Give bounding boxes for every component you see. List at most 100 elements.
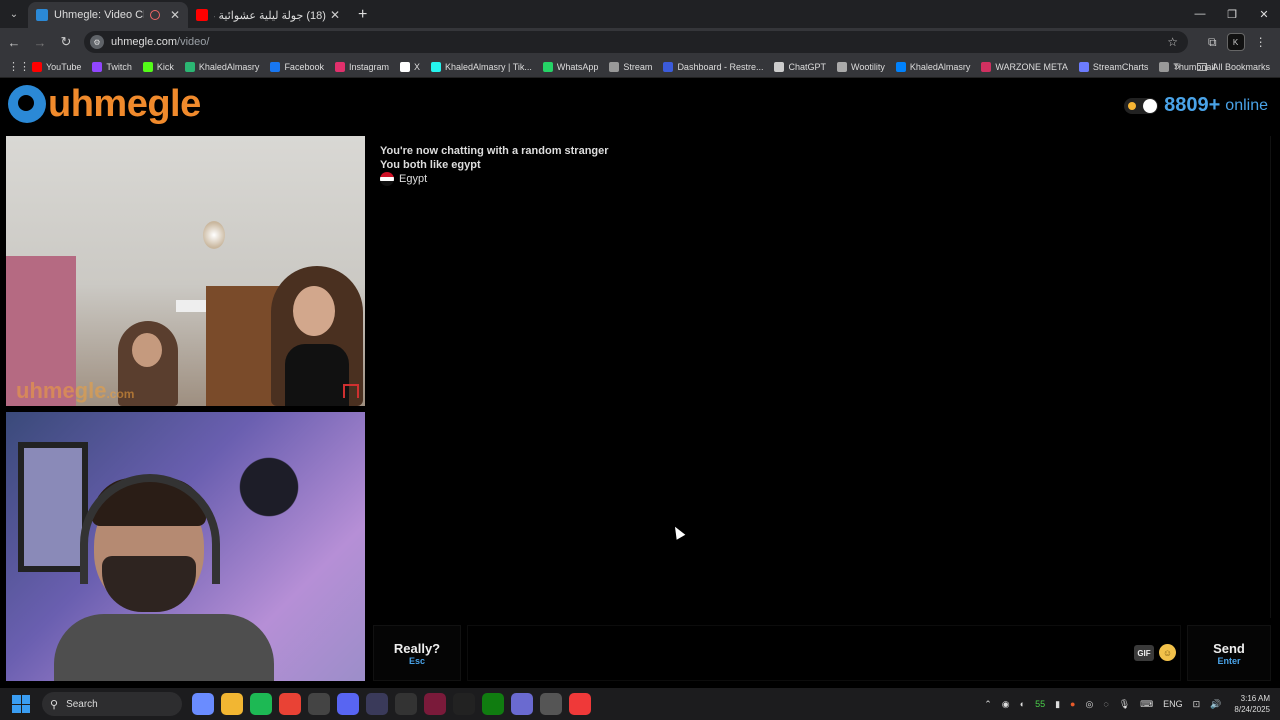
- close-window-icon[interactable]: ✕: [1248, 0, 1280, 28]
- tray-record-icon[interactable]: ●: [1070, 699, 1075, 709]
- uhmegle-logo[interactable]: uhmegle: [8, 84, 201, 124]
- chat-log: You're now chatting with a random strang…: [373, 136, 1271, 618]
- stranger-video: uhmegle.com: [6, 136, 365, 406]
- tray-app-icon[interactable]: ◐: [1020, 699, 1025, 709]
- system-message: You're now chatting with a random strang…: [380, 145, 609, 157]
- reload-icon[interactable]: ↻: [54, 30, 78, 54]
- bookmark-item[interactable]: StreamCharts: [1078, 61, 1148, 72]
- app-icon[interactable]: [365, 693, 388, 715]
- bookmark-label: Instagram: [348, 61, 389, 72]
- vegas-icon[interactable]: [423, 693, 446, 715]
- apps-grid-icon[interactable]: ⋮⋮: [8, 60, 30, 73]
- bookmark-star-icon[interactable]: ☆: [1167, 35, 1178, 49]
- uhmegle-watermark: uhmegle.com: [16, 378, 135, 403]
- tab-title: Uhmegle: Video Chat | Ome: [54, 9, 144, 21]
- taskbar-search[interactable]: ⚲ Search: [42, 692, 182, 716]
- streamcharts-icon: [1078, 61, 1089, 72]
- folder-icon: [1197, 62, 1208, 71]
- hexagon-lights: [234, 452, 304, 522]
- site-info-icon[interactable]: ⚙: [90, 35, 104, 49]
- xbox-icon[interactable]: [481, 693, 504, 715]
- youtube-favicon-icon: [196, 9, 208, 21]
- skip-button[interactable]: Really? Esc: [373, 625, 461, 681]
- send-button[interactable]: Send Enter: [1187, 625, 1271, 681]
- send-label: Send: [1213, 640, 1245, 656]
- bookmark-label: KhaledAlmasry | Tik...: [445, 61, 532, 72]
- bookmark-item[interactable]: Twitch: [92, 61, 132, 72]
- profile-avatar[interactable]: K: [1226, 33, 1245, 51]
- spotify-icon[interactable]: [249, 693, 272, 715]
- guilded-icon: [184, 61, 195, 72]
- forward-icon[interactable]: →: [28, 30, 52, 54]
- system-tray: ⌃ ◉ ◐ 55 ▮ ● ◎ ◌ 🎙 ⌨ ENG ⊡ 🔊 3:16 AM 8/2…: [979, 688, 1270, 720]
- bookmark-item[interactable]: Facebook: [270, 61, 324, 72]
- settings-icon[interactable]: [539, 693, 562, 715]
- tab-youtube[interactable]: (18) جولة ليلية عشوائية على أومي ✕: [188, 2, 348, 28]
- minimize-icon[interactable]: —: [1184, 0, 1216, 28]
- bookmark-item[interactable]: KhaledAlmasry: [184, 61, 259, 72]
- chrome-icon[interactable]: [278, 693, 301, 715]
- bookmark-label: WARZONE META: [995, 61, 1068, 72]
- file-explorer-icon[interactable]: [220, 693, 243, 715]
- url-host: uhmegle.com: [111, 36, 178, 48]
- tray-app-icon[interactable]: ◎: [1085, 699, 1093, 710]
- microphone-icon[interactable]: 🎙: [1119, 699, 1130, 710]
- network-icon[interactable]: ⊡: [1193, 699, 1201, 710]
- language-indicator[interactable]: ENG: [1163, 699, 1183, 709]
- browser-toolbar: ← → ↻ ⚙ uhmegle.com/video/ ☆ ⧉ K ⋮: [0, 28, 1280, 56]
- keyboard-icon[interactable]: ⌨: [1140, 699, 1153, 710]
- address-bar[interactable]: ⚙ uhmegle.com/video/ ☆: [84, 31, 1188, 53]
- bookmark-item[interactable]: Wootility: [837, 61, 885, 72]
- headset: [80, 474, 220, 584]
- restore-icon[interactable]: ❐: [1216, 0, 1248, 28]
- tiktok-icon: [431, 61, 442, 72]
- copilot-icon[interactable]: [191, 693, 214, 715]
- bookmark-item[interactable]: WhatsApp: [542, 61, 598, 72]
- tray-app-icon[interactable]: ◌: [1103, 699, 1108, 709]
- search-label: Search: [66, 698, 98, 710]
- bookmark-item[interactable]: Dashboard - Restre...: [663, 61, 763, 72]
- tray-app-icon[interactable]: ▮: [1055, 699, 1060, 710]
- terminal-icon[interactable]: [394, 693, 417, 715]
- windows-start-icon[interactable]: [12, 695, 30, 713]
- chatgpt-icon[interactable]: [307, 693, 330, 715]
- bookmark-item[interactable]: KhaledAlmasry | Tik...: [431, 61, 532, 72]
- tab-title: (18) جولة ليلية عشوائية على أومي: [214, 9, 326, 22]
- egypt-flag-icon: [380, 172, 394, 186]
- bookmark-item[interactable]: X: [400, 61, 420, 72]
- extensions-icon[interactable]: ⧉: [1208, 35, 1217, 50]
- close-tab-icon[interactable]: ✕: [330, 8, 340, 22]
- back-icon[interactable]: ←: [2, 30, 26, 54]
- game-controller-icon[interactable]: [510, 693, 533, 715]
- discord-icon[interactable]: [336, 693, 359, 715]
- tab-search-button[interactable]: ⌄: [4, 4, 24, 24]
- emoji-icon[interactable]: ☺: [1159, 644, 1176, 661]
- new-tab-button[interactable]: +: [358, 6, 367, 24]
- bookmark-item[interactable]: YouTube: [32, 61, 81, 72]
- tab-uhmegle[interactable]: Uhmegle: Video Chat | Ome ✕: [28, 2, 188, 28]
- volume-icon[interactable]: 🔊: [1210, 699, 1221, 710]
- tray-number[interactable]: 55: [1035, 699, 1045, 709]
- bookmark-item[interactable]: Instagram: [334, 61, 389, 72]
- clock[interactable]: 3:16 AM 8/24/2025: [1234, 693, 1270, 715]
- menu-icon[interactable]: ⋮: [1255, 35, 1267, 49]
- bookmark-item[interactable]: Stream: [609, 61, 652, 72]
- report-flag-icon[interactable]: [343, 384, 359, 398]
- all-bookmarks[interactable]: All Bookmarks: [1197, 62, 1270, 72]
- discord-tray-icon[interactable]: ◉: [1002, 699, 1010, 710]
- bookmark-item[interactable]: ChatGPT: [774, 61, 826, 72]
- self-video: [6, 412, 365, 681]
- vivaldi-icon[interactable]: [568, 693, 591, 715]
- gif-button[interactable]: GIF: [1134, 645, 1154, 661]
- bookmark-item[interactable]: WARZONE META: [981, 61, 1068, 72]
- send-shortcut: Enter: [1217, 655, 1241, 666]
- bookmark-item[interactable]: Kick: [142, 61, 174, 72]
- more-bookmarks-icon[interactable]: »: [1174, 61, 1180, 73]
- call-of-duty-icon[interactable]: [452, 693, 475, 715]
- close-tab-icon[interactable]: ✕: [170, 8, 180, 22]
- message-input[interactable]: [467, 625, 1181, 681]
- bookmark-item[interactable]: KhaledAlmasry: [895, 61, 970, 72]
- tray-overflow-icon[interactable]: ⌃: [984, 699, 992, 710]
- logo-mark-icon: [8, 85, 46, 123]
- theme-toggle[interactable]: [1124, 97, 1159, 114]
